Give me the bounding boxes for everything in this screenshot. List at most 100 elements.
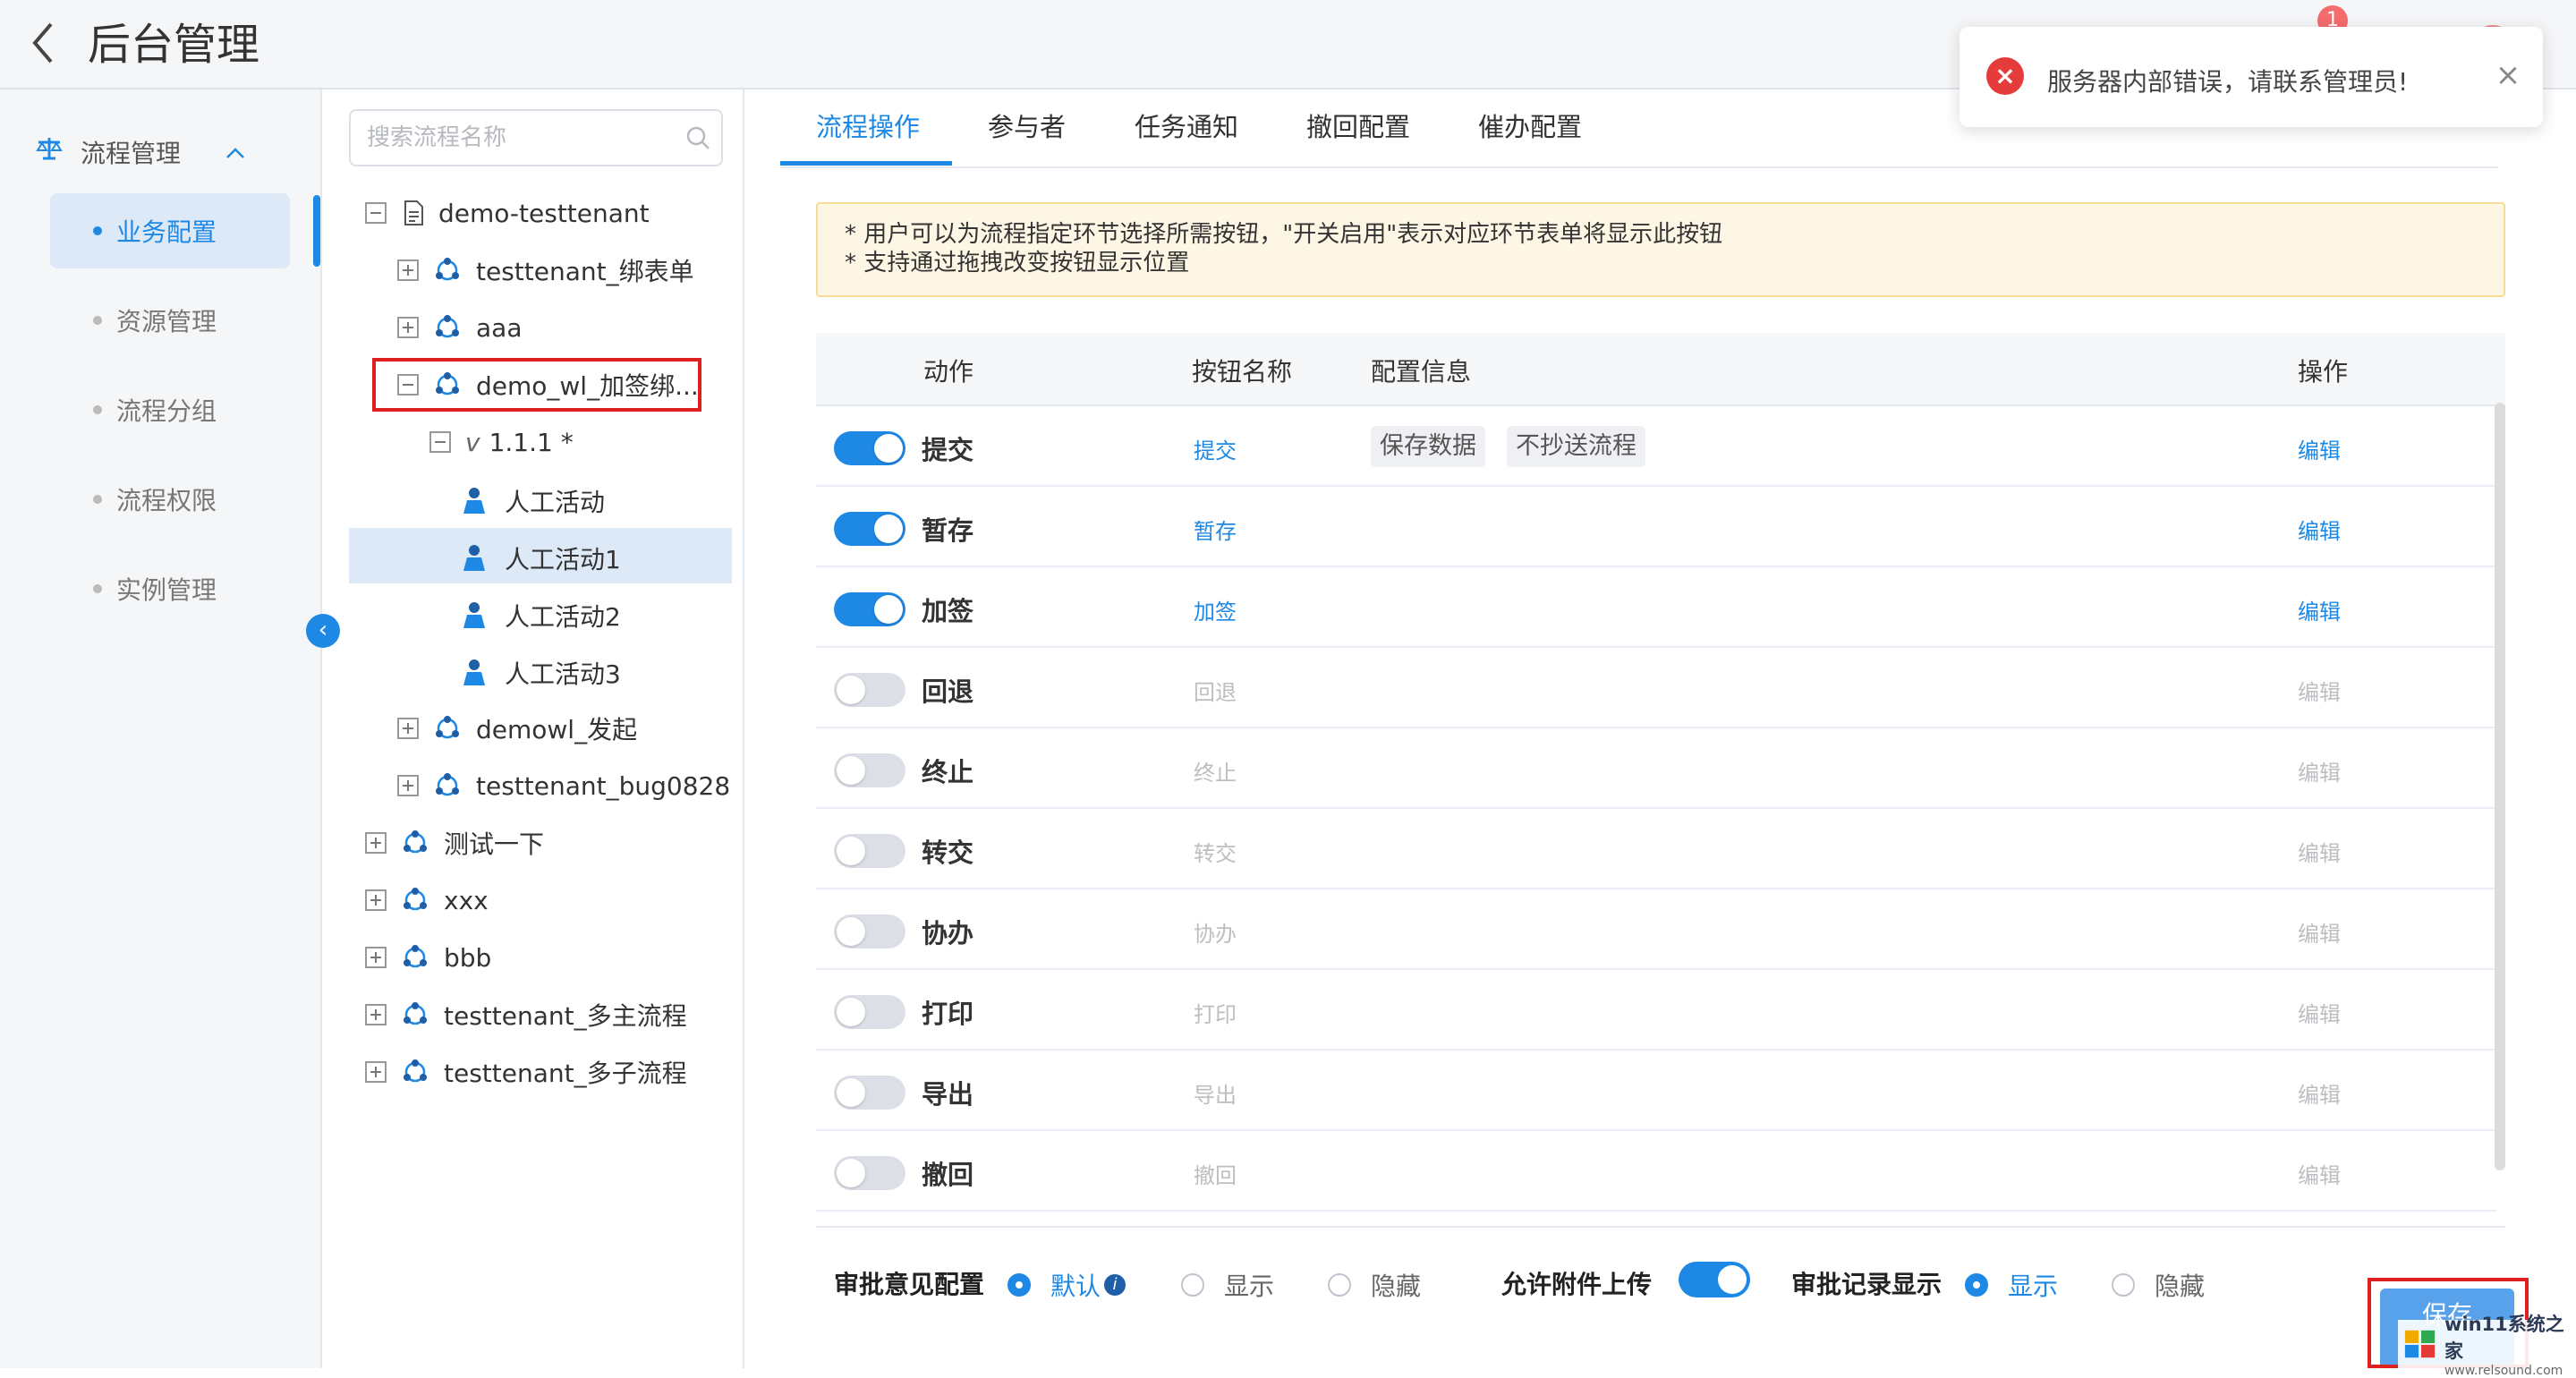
enable-toggle[interactable]: [834, 995, 905, 1029]
action-name: 导出: [922, 1079, 974, 1110]
bullet-icon: [93, 405, 102, 414]
expand-icon[interactable]: [365, 832, 387, 854]
edit-link[interactable]: 编辑: [2298, 433, 2341, 464]
tree-node[interactable]: demo-testtenant: [365, 186, 650, 240]
toggle-knob: [874, 434, 903, 463]
edit-link[interactable]: 编辑: [2298, 755, 2341, 787]
nav-item-instance-management[interactable]: 实例管理: [50, 551, 290, 626]
edit-link[interactable]: 编辑: [2298, 1158, 2341, 1189]
tree-node[interactable]: testtenant_绑表单: [397, 243, 694, 297]
edit-link[interactable]: 编辑: [2298, 514, 2341, 545]
tree-node[interactable]: 人工活动: [462, 474, 605, 528]
toggle-knob: [874, 515, 903, 543]
tree-node[interactable]: 人工活动2: [462, 589, 621, 642]
tab-task-notification[interactable]: 任务通知: [1135, 109, 1238, 168]
tab-withdraw-config[interactable]: 撤回配置: [1306, 109, 1410, 168]
table-row[interactable]: 暂存 暂存 编辑: [816, 487, 2496, 567]
tree-node[interactable]: xxx: [365, 873, 489, 927]
nav-group-process-management[interactable]: 流程管理: [36, 125, 286, 179]
enable-toggle[interactable]: [834, 914, 905, 948]
tree-node[interactable]: 测试一下: [365, 816, 544, 870]
radio-label: 默认: [1050, 1272, 1101, 1301]
close-icon[interactable]: ×: [2492, 59, 2524, 91]
nav-item-business-config[interactable]: 业务配置: [50, 193, 290, 268]
table-row[interactable]: 提交 提交 保存数据 不抄送流程 编辑: [816, 406, 2496, 487]
expand-icon[interactable]: [365, 1004, 387, 1025]
error-icon: ×: [1986, 57, 2024, 95]
edit-link[interactable]: 编辑: [2298, 836, 2341, 867]
collapse-icon[interactable]: [365, 202, 387, 224]
expand-icon[interactable]: [397, 259, 419, 281]
nav-item-label: 流程权限: [116, 486, 217, 515]
enable-toggle[interactable]: [834, 834, 905, 868]
enable-toggle[interactable]: [834, 592, 905, 626]
enable-toggle[interactable]: [834, 512, 905, 546]
table-row[interactable]: 打印 打印 编辑: [816, 970, 2496, 1051]
nav-active-indicator: [313, 195, 320, 267]
enable-toggle[interactable]: [834, 1076, 905, 1110]
expand-icon[interactable]: [365, 947, 387, 968]
nav-item-process-permission[interactable]: 流程权限: [50, 462, 290, 537]
tab-participants[interactable]: 参与者: [988, 109, 1066, 168]
person-icon: [463, 659, 485, 685]
radio-record-hide[interactable]: 隐藏: [2112, 1267, 2205, 1303]
table-row[interactable]: 终止 终止 编辑: [816, 728, 2496, 809]
expand-icon[interactable]: [397, 718, 419, 739]
tree-node[interactable]: testtenant_多子流程: [365, 1045, 687, 1099]
search-input[interactable]: [367, 120, 671, 156]
back-arrow-icon[interactable]: [25, 16, 61, 70]
tree-node[interactable]: 人工活动3: [462, 646, 621, 700]
table-row[interactable]: 协办 协办 编辑: [816, 889, 2496, 970]
collapse-icon[interactable]: [429, 431, 451, 453]
radio-circle: [1965, 1273, 1988, 1297]
table-row[interactable]: 撤回 撤回 编辑: [816, 1131, 2496, 1212]
column-header-config: 配置信息: [1371, 357, 1472, 387]
table-row[interactable]: 转交 转交 编辑: [816, 809, 2496, 889]
radio-opinion-show[interactable]: 显示: [1181, 1267, 1274, 1303]
bottom-config-bar: 审批意见配置 默认 i 显示 隐藏 允许附件上传 审批记录显示 显示 隐藏: [816, 1226, 2505, 1342]
left-sidebar: 流程管理 业务配置 资源管理 流程分组 流程权限 实例管理: [0, 89, 322, 1368]
enable-toggle[interactable]: [834, 673, 905, 707]
tree-search-box[interactable]: [349, 109, 723, 166]
info-icon[interactable]: i: [1104, 1274, 1126, 1296]
tree-node[interactable]: testtenant_多主流程: [365, 988, 687, 1042]
tab-process-operation[interactable]: 流程操作: [816, 109, 920, 168]
enable-toggle[interactable]: [834, 1156, 905, 1190]
attach-upload-toggle[interactable]: [1679, 1262, 1750, 1297]
chevron-up-icon: [225, 139, 245, 166]
sidebar-collapse-button[interactable]: ‹: [306, 614, 340, 648]
table-row[interactable]: 加签 加签 编辑: [816, 567, 2496, 648]
tree-node[interactable]: testtenant_bug0828: [397, 759, 730, 812]
radio-record-show[interactable]: 显示: [1965, 1267, 2058, 1303]
edit-link[interactable]: 编辑: [2298, 594, 2341, 625]
search-icon[interactable]: [684, 123, 712, 152]
expand-icon[interactable]: [397, 317, 419, 338]
table-row[interactable]: 回退 回退 编辑: [816, 648, 2496, 728]
tree-node-version[interactable]: v 1.1.1 *: [429, 415, 574, 469]
radio-opinion-hide[interactable]: 隐藏: [1328, 1267, 1421, 1303]
table-scrollbar[interactable]: [2495, 403, 2505, 1170]
tree-node[interactable]: bbb: [365, 931, 491, 984]
tree-node-label: testtenant_绑表单: [476, 257, 694, 286]
tab-urge-config[interactable]: 催办配置: [1478, 109, 1582, 168]
tree-node-label: 测试一下: [444, 829, 545, 859]
radio-opinion-default[interactable]: 默认 i: [1007, 1267, 1126, 1303]
toast-message: 服务器内部错误，请联系管理员!: [2047, 67, 2409, 97]
edit-link[interactable]: 编辑: [2298, 675, 2341, 706]
edit-link[interactable]: 编辑: [2298, 1077, 2341, 1109]
expand-icon[interactable]: [365, 1061, 387, 1083]
table-row[interactable]: 导出 导出 编辑: [816, 1051, 2496, 1131]
button-name: 提交: [1194, 438, 1237, 464]
edit-link[interactable]: 编辑: [2298, 997, 2341, 1028]
tree-node[interactable]: aaa: [397, 301, 522, 354]
enable-toggle[interactable]: [834, 431, 905, 465]
tree-node[interactable]: 人工活动1: [462, 532, 621, 585]
expand-icon[interactable]: [397, 775, 419, 796]
enable-toggle[interactable]: [834, 753, 905, 787]
expand-icon[interactable]: [365, 889, 387, 911]
tree-node[interactable]: demowl_发起: [397, 702, 637, 755]
edit-link[interactable]: 编辑: [2298, 916, 2341, 948]
button-name: 转交: [1194, 841, 1237, 866]
nav-item-resource-management[interactable]: 资源管理: [50, 283, 290, 358]
nav-item-process-group[interactable]: 流程分组: [50, 372, 290, 447]
